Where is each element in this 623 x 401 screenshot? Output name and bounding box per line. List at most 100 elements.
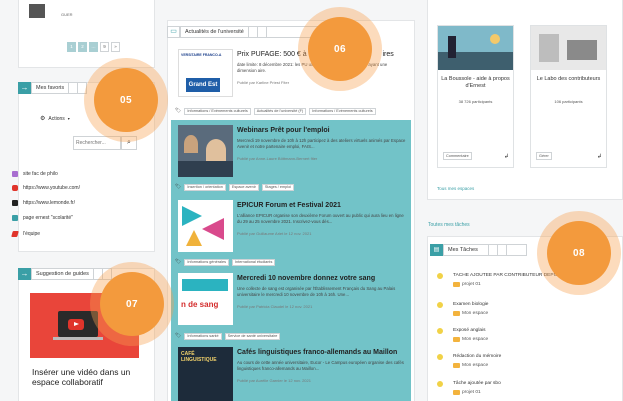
callout-label: 07 (100, 272, 164, 336)
space-footer: Commentaire ↲ (443, 151, 509, 161)
task-status-icon[interactable] (437, 381, 443, 387)
news-item[interactable]: n de sang Mercredi 10 novembre donnez vo… (175, 271, 410, 329)
space-card[interactable]: La Boussole - aide à propos d'Ernest 38 … (437, 25, 514, 168)
news-title[interactable]: Mercredi 10 novembre donnez votre sang (237, 275, 375, 282)
news-thumbnail (178, 125, 233, 177)
favorite-label[interactable]: https://www.youtube.com/ (23, 185, 80, 191)
tag[interactable]: Informations / Evènements culturels (184, 108, 251, 115)
all-tasks-link[interactable]: Toutes mes tâches (428, 222, 470, 228)
space-image (531, 26, 606, 70)
task-status-icon[interactable] (437, 302, 443, 308)
task-status-icon[interactable] (437, 354, 443, 360)
news-tab-label[interactable]: Actualités de l'université (180, 26, 249, 38)
news-excerpt: L'alliance EPICUR organise son deuxième … (237, 213, 404, 224)
news-thumbnail: CAFÉ LINGUISTIQUE (178, 347, 233, 401)
favorite-item[interactable]: page ernest "scolarité" (12, 215, 73, 221)
callout-label: 05 (94, 68, 158, 132)
space-title[interactable]: La Boussole - aide à propos d'Ernest (438, 76, 513, 90)
thumb-caption: VERSITAIRE FRANCO-A (181, 53, 222, 57)
tab-empty-slot[interactable] (248, 26, 258, 38)
space-card[interactable]: Le Labo des contributeurs 106 participan… (530, 25, 607, 168)
page-ellipsis: … (89, 42, 98, 52)
news-item[interactable]: EPICUR Forum et Festival 2021 L'alliance… (175, 198, 410, 256)
project-icon (453, 337, 460, 342)
tag[interactable]: Informations / Evènements culturels (309, 108, 376, 115)
tab-empty-slot[interactable] (507, 244, 527, 256)
space-participants: 38 726 participants (458, 99, 493, 104)
task-project: projet 01 (453, 282, 481, 287)
tag[interactable]: Informations santé (184, 333, 222, 340)
callout-06: 06 (298, 7, 382, 91)
task-project: Mon espace (453, 311, 488, 316)
favorite-label[interactable]: site fac de philo (23, 171, 58, 177)
tag[interactable]: Stages / emploi (261, 184, 295, 191)
news-thumbnail: VERSITAIRE FRANCO-A Grand Est (178, 49, 233, 97)
favorites-tab[interactable]: → Mes favoris (18, 82, 88, 94)
username-label: GUER (61, 12, 73, 17)
favorite-item[interactable]: https://www.lemonde.fr/ (12, 200, 75, 206)
tag[interactable]: Service de santé universitaire (224, 333, 281, 340)
page-2-button[interactable]: 2 (78, 42, 87, 52)
page-icon (12, 215, 18, 221)
news-item[interactable]: Webinars Prêt pour l'emploi Mercredi 19 … (175, 123, 410, 181)
tab-empty-slot[interactable] (498, 244, 507, 256)
news-excerpt: Une collecte de sang est organisée par l… (237, 286, 396, 297)
space-title[interactable]: Le Labo des contributeurs (531, 76, 606, 83)
tasks-tab-label[interactable]: Mes Tâches (443, 244, 489, 256)
favorite-item[interactable]: https://www.youtube.com/ (12, 185, 80, 191)
favorite-icon (12, 171, 18, 177)
guides-tab-label[interactable]: Suggestion de guides (31, 268, 94, 280)
tag[interactable]: Informations générales (184, 259, 229, 266)
project-icon (453, 311, 460, 316)
page-next-button[interactable]: » (111, 42, 120, 52)
news-title[interactable]: EPICUR Forum et Festival 2021 (237, 202, 341, 209)
profile-panel: GUER 1 2 … 9 » (18, 0, 155, 68)
callout-label: 08 (547, 221, 611, 285)
tag-icon: 🏷 (175, 108, 182, 114)
news-title[interactable]: Cafés linguistiques franco-allemands au … (237, 349, 397, 356)
arrow-right-icon: → (18, 268, 31, 280)
news-tags: 🏷 Insertion / orientation Espace avenir … (175, 184, 295, 191)
favorites-tab-label[interactable]: Mes favoris (31, 82, 70, 94)
actions-label: Actions (48, 115, 65, 122)
news-item[interactable]: CAFÉ LINGUISTIQUE Cafés linguistiques fr… (175, 345, 410, 401)
chevron-down-icon: ▾ (67, 116, 70, 121)
news-meta: Publié par Guillaume Arlet le 12 nov. 20… (237, 231, 312, 236)
tag[interactable]: Insertion / orientation (184, 184, 226, 191)
task-name[interactable]: Tâche ajoutée par sbo (453, 381, 501, 386)
tab-empty-slot[interactable] (69, 82, 79, 94)
tab-empty-slot[interactable] (489, 244, 498, 256)
tag[interactable]: International étudiants (231, 259, 276, 266)
space-action-button[interactable]: Gérer (536, 152, 552, 160)
task-name[interactable]: Examen biologie (453, 302, 488, 307)
page-9-button[interactable]: 9 (100, 42, 109, 52)
avatar[interactable] (29, 4, 45, 18)
favorite-label[interactable]: https://www.lemonde.fr/ (23, 200, 75, 206)
tasks-tab[interactable]: ▤ Mes Tâches (430, 244, 527, 256)
favorite-label[interactable]: page ernest "scolarité" (23, 215, 73, 221)
task-name[interactable]: Rédaction du mémoire (453, 354, 501, 359)
task-name[interactable]: Exposé anglais (453, 328, 486, 333)
favorite-label[interactable]: l'équipe (23, 231, 40, 237)
tab-empty-slot[interactable] (257, 26, 267, 38)
news-title-end[interactable]: ires (382, 51, 393, 58)
page-1-button[interactable]: 1 (67, 42, 76, 52)
task-status-icon[interactable] (437, 328, 443, 334)
share-icon[interactable]: ↲ (504, 153, 509, 160)
guide-title[interactable]: Insérer une vidéo dans un espace collabo… (32, 367, 140, 387)
space-action-button[interactable]: Commentaire (443, 152, 472, 160)
task-status-icon[interactable] (437, 273, 443, 279)
favorite-item[interactable]: site fac de philo (12, 171, 58, 177)
tag[interactable]: Espace avenir (228, 184, 259, 191)
share-icon[interactable]: ↲ (597, 153, 602, 160)
news-meta: Publié par Anne-Laure Böttmann-Bernert f… (237, 156, 318, 161)
favorite-item[interactable]: l'équipe (11, 231, 40, 237)
tag-icon: 🏷 (175, 259, 182, 265)
news-excerpt: Mercredi 19 novembre de 10h à 12h partic… (237, 138, 406, 149)
all-spaces-link[interactable]: Tous mes espaces (437, 186, 474, 191)
tag[interactable]: Actualités de l'université (F) (253, 108, 307, 115)
news-title[interactable]: Webinars Prêt pour l'emploi (237, 127, 330, 134)
actions-menu[interactable]: ⚙ Actions ▾ (40, 115, 70, 123)
grand-est-logo: Grand Est (186, 78, 220, 92)
news-tags: 🏷 Informations générales International é… (175, 259, 276, 266)
